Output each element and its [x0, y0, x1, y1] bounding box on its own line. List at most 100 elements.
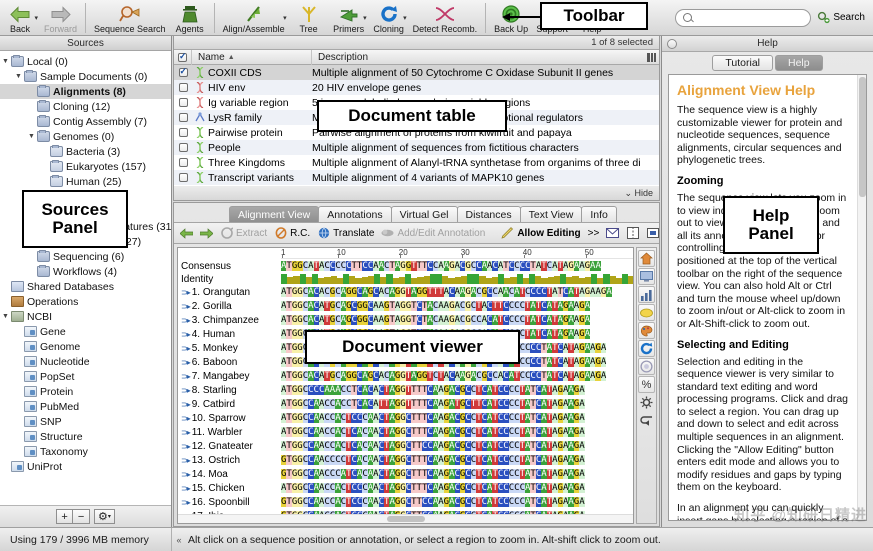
sequence-residues[interactable]: ATGGCCAACCACTCCCAACTAGGCTTTCAAGACGCCTCAT…	[281, 482, 633, 494]
select-all-checkbox[interactable]	[174, 49, 192, 65]
sequence-name[interactable]: ⊃▸ 6. Baboon	[178, 357, 281, 368]
sequence-name[interactable]: ⊃▸ 3. Chimpanzee	[178, 315, 281, 326]
alignment-row[interactable]: ⊃▸ 12. Gnateater ATGGCCAACCACTCACAACTAGGCT…	[178, 439, 633, 453]
color-icon[interactable]	[638, 322, 655, 339]
sequence-name[interactable]: ⊃▸ 5. Monkey	[178, 343, 281, 354]
sequence-residues[interactable]: ATGGCACATGCAGGCAGCACAGGTAGGTCTACAAGACGCC…	[281, 370, 633, 382]
alignment-row[interactable]: ⊃▸ 2. Gorilla ATGGCACATGCAGCGGCAAGTAGGTCTA…	[178, 299, 633, 313]
column-header-name[interactable]: Name ▲	[192, 49, 312, 65]
status-collapse-icon[interactable]: «	[172, 535, 186, 545]
alignment-row[interactable]: ⊃▸ 9. Catbird ATGGCCAACCACCTCACATTAGGTTTTC…	[178, 397, 633, 411]
wrap-icon[interactable]	[638, 412, 655, 429]
sequence-name[interactable]: ⊃▸ 16. Spoonbill	[178, 497, 281, 508]
row-checkbox[interactable]	[174, 143, 192, 152]
sequence-name[interactable]: ⊃▸ 11. Warbler	[178, 427, 281, 438]
sequence-name[interactable]: ⊃▸ 9. Catbird	[178, 399, 281, 410]
tree-item-sequencing[interactable]: Sequencing (6)	[0, 249, 171, 264]
alignment-row[interactable]: ⊃▸ 8. Starling ATGGCCCCAAACCTCACACTAGGTTTT…	[178, 383, 633, 397]
sequence-hscrollbar[interactable]	[178, 514, 633, 523]
viewer-back-button[interactable]	[178, 227, 195, 240]
tree-item-bacteria[interactable]: Bacteria (3)	[0, 144, 171, 159]
tree-item-protein[interactable]: Protein	[0, 384, 171, 399]
refresh-icon[interactable]	[638, 340, 655, 357]
toolbar-button-primers[interactable]: Primers ▾	[329, 0, 369, 36]
viewer-email-button[interactable]	[604, 227, 621, 240]
search-input[interactable]	[675, 8, 812, 27]
row-checkbox[interactable]	[174, 128, 192, 137]
highlight-icon[interactable]	[638, 304, 655, 321]
search-text-field[interactable]	[696, 11, 804, 24]
sequence-hscrollbar-thumb[interactable]	[386, 516, 425, 522]
tab-alignment-view[interactable]: Alignment View	[229, 206, 320, 222]
help-vscrollbar-thumb[interactable]	[859, 77, 866, 197]
tab-distances[interactable]: Distances	[456, 206, 521, 222]
alignment-row[interactable]: ⊃▸ 13. Ostrich GTGGCCAACCCCTCACAACTAGGCTTT…	[178, 453, 633, 467]
sequence-residues[interactable]: ATGGCACATGCAGCGGCAAGTAGGTCTACAAGACGCTACT…	[281, 300, 633, 312]
document-table-hide-bar[interactable]: ⌄ Hide	[173, 186, 660, 200]
tree-item-gene[interactable]: Gene	[0, 324, 171, 339]
home-icon[interactable]	[638, 250, 655, 267]
twisty-down-icon[interactable]: ▼	[0, 58, 11, 65]
tree-item-genomes[interactable]: ▼ Genomes (0)	[0, 129, 171, 144]
search-button[interactable]: Search	[817, 11, 865, 24]
chart-icon[interactable]	[638, 286, 655, 303]
sequence-name[interactable]: ⊃▸ 1. Orangutan	[178, 287, 281, 298]
viewer-annotation-button[interactable]: Add/Edit Annotation	[379, 227, 487, 240]
sequence-name[interactable]: ⊃▸ 4. Human	[178, 329, 281, 340]
toolbar-button-tree[interactable]: Tree	[289, 0, 329, 36]
toolbar-button-agents[interactable]: Agents	[170, 0, 210, 36]
viewer-extract-button[interactable]: Extract	[218, 227, 269, 240]
alignment-row[interactable]: ⊃▸ 16. Spoonbill GTGGCCAACCACTCCCAACTAGGCT…	[178, 495, 633, 509]
tree-item-structure[interactable]: Structure	[0, 429, 171, 444]
alignment-row[interactable]: ⊃▸ 3. Chimpanzee ATGGCACATGCAGCGGCAAGTAGGT…	[178, 313, 633, 327]
sequence-residues[interactable]: ATGGCACATGCAGCGGCAAGTAGGTCTACAAGACGCCACA…	[281, 314, 633, 326]
tree-item-contig-assembly[interactable]: Contig Assembly (7)	[0, 114, 171, 129]
sequence-residues[interactable]: ATGGCCAACCACCTCACATTAGGTTTTCAAGATGCTTCAT…	[281, 398, 633, 410]
tree-item-uniprot[interactable]: UniProt	[0, 459, 171, 474]
viewer-tabs[interactable]: Alignment View Annotations Virtual Gel Dist…	[174, 203, 659, 222]
viewer-toolbar-overflow[interactable]: >>	[586, 228, 602, 239]
twisty-down-icon[interactable]: ▼	[0, 313, 11, 320]
row-checkbox[interactable]	[174, 173, 192, 182]
alignment-rows[interactable]: ⊃▸ 1. Orangutan ATGGCACACGCAGGCAGCACAGGTAG…	[178, 285, 633, 514]
twisty-down-icon[interactable]: ▼	[13, 73, 24, 80]
table-row[interactable]: COXII CDS Multiple alignment of 50 Cytoch…	[174, 65, 659, 80]
table-row[interactable]: Three Kingdoms Multiple alignment of Alan…	[174, 155, 659, 170]
tab-info[interactable]: Info	[581, 206, 617, 222]
viewer-rc-button[interactable]: R.C.	[272, 227, 312, 240]
sequence-residues[interactable]: ATGGCACACGCAGGCAGCACAGGTAGGTTTACAAGACGCC…	[281, 286, 633, 298]
toolbar-button-align-assemble[interactable]: Align/Assemble ▾	[219, 0, 289, 36]
tree-item-operations[interactable]: Operations	[0, 294, 171, 309]
close-icon[interactable]	[667, 38, 677, 49]
chevron-down-icon[interactable]: ▾	[283, 14, 287, 22]
tab-virtual-gel[interactable]: Virtual Gel	[390, 206, 458, 222]
percent-icon[interactable]: %	[638, 376, 655, 393]
tree-item-pubmed[interactable]: PubMed	[0, 399, 171, 414]
sequence-residues[interactable]: ATGGCCAACCACTCACAACTAGGCTTCCAAGACGCCTCAT…	[281, 440, 633, 452]
tree-item-shared-databases[interactable]: Shared Databases	[0, 279, 171, 294]
sequence-residues[interactable]: GTGGCCAACCACTCCCAACTAGGCTTCCAAGACGCCTCAT…	[281, 496, 633, 508]
remove-folder-button[interactable]: −	[73, 509, 91, 524]
help-tab-help[interactable]: Help	[775, 55, 823, 71]
sequence-residues[interactable]: ATGGCCCCAAACCTCACACTAGGTTTTCAAGACGCCTCAT…	[281, 384, 633, 396]
row-checkbox[interactable]	[174, 98, 192, 107]
sequence-residues[interactable]: ATGGCCAACCACTCCCAACTAGGCTTTCAAGACGCCTCAT…	[281, 412, 633, 424]
tab-text-view[interactable]: Text View	[519, 206, 583, 222]
viewer-forward-button[interactable]	[198, 227, 215, 240]
alignment-row[interactable]: ⊃▸ 10. Sparrow ATGGCCAACCACTCCCAACTAGGCTTT…	[178, 411, 633, 425]
tree-item-ncbi[interactable]: ▼ NCBI	[0, 309, 171, 324]
column-header-description[interactable]: Description	[312, 50, 643, 65]
tree-item-taxonomy[interactable]: Taxonomy	[0, 444, 171, 459]
sequence-residues[interactable]: GTGGCCAACCCCTCACAACTAGGCTTTCAAGACGCCTCAT…	[281, 454, 633, 466]
sequence-name[interactable]: ⊃▸ 8. Starling	[178, 385, 281, 396]
row-checkbox[interactable]	[174, 83, 192, 92]
table-row[interactable]: HIV env 20 HIV envelope genes	[174, 80, 659, 95]
sequence-name[interactable]: ⊃▸ 7. Mangabey	[178, 371, 281, 382]
chevron-down-icon[interactable]: ▾	[34, 14, 38, 22]
chevron-down-icon[interactable]: ▾	[108, 513, 111, 520]
alignment-row[interactable]: ⊃▸ 1. Orangutan ATGGCACACGCAGGCAGCACAGGTAG…	[178, 285, 633, 299]
add-folder-button[interactable]: +	[56, 509, 74, 524]
sequence-name[interactable]: ⊃▸ 13. Ostrich	[178, 455, 281, 466]
alignment-row[interactable]: ⊃▸ 11. Warbler ATGGCCAACCACTCACAACTAGGCTTT…	[178, 425, 633, 439]
toolbar-button-back[interactable]: Back ▾	[0, 0, 40, 36]
